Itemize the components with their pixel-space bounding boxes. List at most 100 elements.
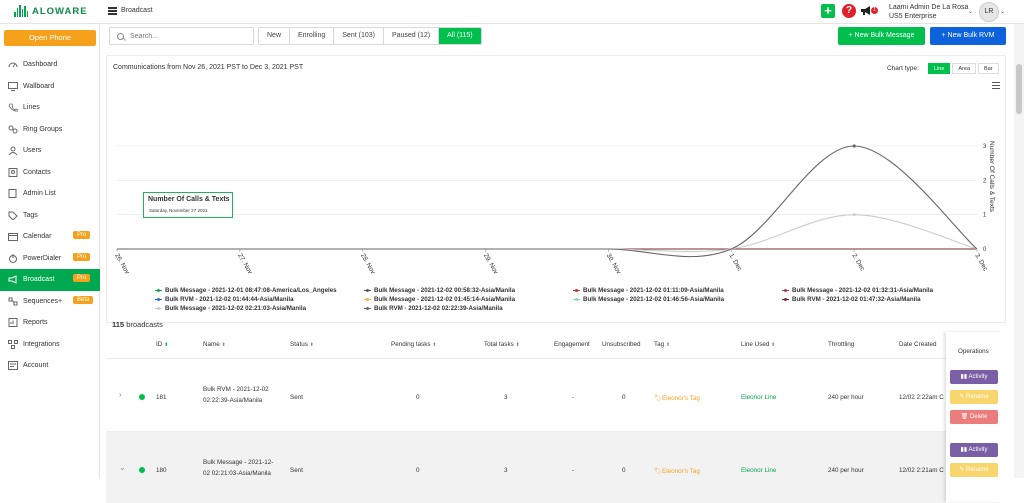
cell-id: 180 (156, 467, 167, 474)
cell-name-line2[interactable]: 02 02:21:03-Asia/Manila (203, 470, 271, 477)
legend-item[interactable]: Bulk Message - 2021-12-02 02:21:03-Asia/… (155, 304, 364, 313)
cell-tag[interactable]: 🏷Eleonor's Tag (654, 467, 700, 475)
new-bulk-message-button[interactable]: + New Bulk Message (838, 27, 925, 45)
tag-icon: 🏷 (654, 468, 662, 475)
rename-button[interactable]: ✎ Rename (950, 463, 998, 477)
tab-new[interactable]: New (259, 28, 291, 44)
cell-line-used[interactable]: Eleonor Line (741, 467, 776, 474)
scrollbar-thumb[interactable] (1016, 64, 1022, 114)
tooltip-title: Number Of Calls & Texts (148, 196, 230, 203)
cell-unsubscribed: 0 (622, 467, 626, 474)
cell-line-used[interactable]: Eleonor Line (741, 394, 776, 401)
sidebar-item-label: Sequences+ (23, 297, 63, 305)
rename-button[interactable]: ✎ Rename (950, 390, 998, 404)
chevron-right-icon[interactable]: › (119, 390, 122, 399)
sidebar-item-broadcast[interactable]: Broadcast Pro (0, 269, 100, 291)
legend-item[interactable]: Bulk Message - 2021-12-01 08:47:08-Ameri… (155, 286, 364, 295)
data-point (852, 213, 856, 217)
sidebar-item-account[interactable]: Account (0, 355, 100, 377)
legend-swatch (573, 289, 580, 292)
sidebar-item-integrations[interactable]: Integrations (0, 334, 100, 356)
table-row[interactable]: › 181 Bulk RVM - 2021-12-02 02:22:39-Asi… (106, 358, 946, 430)
sidebar-item-powerdialer[interactable]: PowerDialer Pro (0, 248, 100, 270)
column-header-id[interactable]: ID ⬍ (156, 341, 168, 348)
chevron-down-icon[interactable]: ⌄ (1000, 8, 1005, 15)
broadcast-count: 115 broadcasts (112, 320, 163, 329)
hamburger-menu-icon[interactable] (108, 7, 117, 15)
column-header-line-used[interactable]: Line Used ⬍ (741, 341, 775, 348)
tab-paused[interactable]: Paused (12) (384, 28, 440, 44)
legend-label: Bulk Message - 2021-12-02 00:58:32-Asia/… (374, 287, 516, 294)
aloware-logo[interactable]: ALOWARE (14, 5, 88, 17)
x-tick-label: 1. Dec (728, 253, 744, 273)
search-box[interactable] (109, 27, 254, 45)
plus-icon[interactable]: + (821, 4, 835, 18)
legend-item[interactable]: Bulk Message - 2021-12-02 00:58:32-Asia/… (364, 286, 573, 295)
user-info[interactable]: Laami Admin De La Rosa US5 Enterprise (889, 3, 968, 21)
sidebar-item-admin-list[interactable]: Admin List (0, 183, 100, 205)
search-input[interactable] (130, 31, 250, 42)
sidebar-item-ring-groups[interactable]: Ring Groups (0, 119, 100, 141)
open-phone-button[interactable]: Open Phone (4, 30, 96, 46)
broadcast-count-number: 115 (112, 320, 125, 329)
table-row[interactable]: ⌄ 180 Bulk Message - 2021-12- 02 02:21:0… (106, 431, 946, 503)
column-header-pending-tasks[interactable]: Pending tasks ⬍ (391, 341, 437, 348)
column-header-name[interactable]: Name ⬍ (203, 341, 226, 348)
sidebar-item-reports[interactable]: Reports (0, 312, 100, 334)
tab-sent[interactable]: Sent (103) (334, 28, 384, 44)
legend-item[interactable]: Bulk RVM - 2021-12-02 02:22:39-Asia/Mani… (364, 304, 573, 313)
sidebar-item-contacts[interactable]: Contacts (0, 162, 100, 184)
y-axis-label: Number Of Calls & Texts (988, 141, 995, 213)
sidebar-item-sequences[interactable]: Sequences+ Beta (0, 291, 100, 313)
legend-item[interactable]: Bulk Message - 2021-12-02 01:45:14-Asia/… (364, 295, 573, 304)
legend-item[interactable]: Bulk RVM - 2021-12-02 01:44:44-Asia/Mani… (155, 295, 364, 304)
tooltip-date: Saturday, November 27 2021 (149, 208, 208, 213)
broadcast-count-label: broadcasts (126, 320, 163, 329)
column-header-date-created[interactable]: Date Created (899, 341, 936, 348)
line-chart: 0123 Number Of Calls & Texts26. Nov 27. No… (113, 141, 995, 276)
cell-date-created: 12/02 2:22am C (899, 394, 944, 401)
new-bulk-rvm-button[interactable]: + New Bulk RVM (930, 27, 1006, 45)
activity-button[interactable]: ▮▮ Activity (950, 443, 998, 457)
series-line (117, 214, 978, 253)
status-filter-tabs: New Enrolling Sent (103) Paused (12) All… (258, 27, 482, 45)
column-header-status[interactable]: Status ⬍ (290, 341, 314, 348)
cell-status: Sent (290, 394, 303, 401)
sidebar-item-lines[interactable]: Lines (0, 97, 100, 119)
cell-name-line2[interactable]: 02:22:39-Asia/Manila (203, 397, 262, 404)
sidebar-item-dashboard[interactable]: Dashboard (0, 54, 100, 76)
scrollbar[interactable] (1014, 24, 1024, 478)
sidebar-item-users[interactable]: Users (0, 140, 100, 162)
logo-icon (14, 5, 29, 17)
cell-name-line1[interactable]: Bulk Message - 2021-12- (203, 459, 273, 466)
sidebar-item-label: Users (23, 147, 42, 155)
chevron-down-icon[interactable]: ⌄ (119, 463, 126, 472)
sidebar-item-calendar[interactable]: Calendar Pro (0, 226, 100, 248)
tab-enrolling[interactable]: Enrolling (290, 28, 335, 44)
breadcrumb: Broadcast (121, 7, 153, 14)
question-icon[interactable]: ? (842, 4, 856, 18)
sidebar-item-tags[interactable]: Tags (0, 205, 100, 227)
legend-item[interactable]: Bulk Message - 2021-12-02 01:46:56-Asia/… (573, 295, 782, 304)
sidebar-item-label: Wallboard (23, 82, 55, 90)
broadcast-icon (8, 275, 17, 285)
y-tick-label: 0 (983, 247, 987, 253)
cell-name-line1[interactable]: Bulk RVM - 2021-12-02 (203, 386, 269, 393)
column-header-operations: Operations (958, 348, 989, 355)
column-header-total-tasks[interactable]: Total tasks ⬍ (484, 341, 520, 348)
column-header-tag[interactable]: Tag ⬍ (654, 341, 670, 348)
tab-all[interactable]: All (115) (439, 28, 481, 44)
cell-tag[interactable]: 🏷Eleonor's Tag (654, 394, 700, 402)
chevron-down-icon[interactable]: ⌄ (968, 8, 973, 15)
avatar[interactable]: LR (979, 2, 999, 22)
sidebar-item-wallboard[interactable]: Wallboard (0, 76, 100, 98)
legend-item[interactable]: Bulk Message - 2021-12-02 01:11:09-Asia/… (573, 286, 782, 295)
phone-icon (8, 103, 18, 112)
beta-badge: Beta (73, 295, 94, 304)
legend-label: Bulk Message - 2021-12-02 01:32:31-Asia/… (792, 287, 934, 294)
legend-item[interactable]: Bulk RVM - 2021-12-02 01:47:32-Asia/Mani… (782, 295, 991, 304)
search-icon (117, 33, 124, 40)
legend-item[interactable]: Bulk Message - 2021-12-02 01:32:31-Asia/… (782, 286, 991, 295)
activity-button[interactable]: ▮▮ Activity (950, 370, 998, 384)
delete-button[interactable]: 🗑 Delete (950, 410, 998, 424)
